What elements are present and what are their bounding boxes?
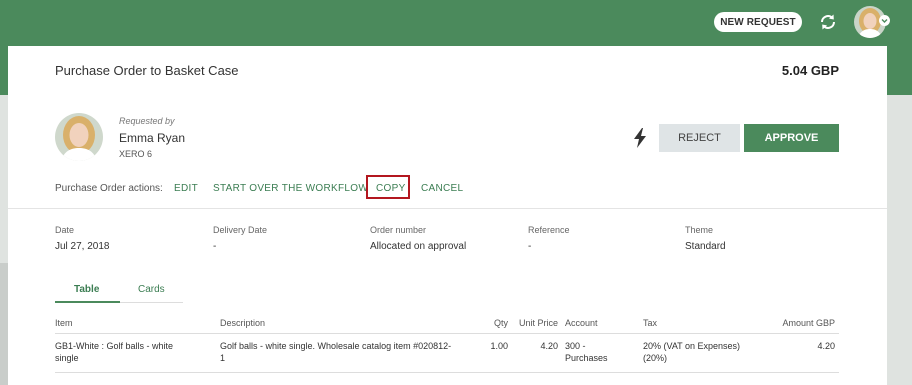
copy-highlight-box	[366, 175, 410, 199]
cell-description: Golf balls - white single. Wholesale cat…	[220, 341, 452, 363]
purchase-order-card: Purchase Order to Basket Case 5.04 GBP R…	[8, 46, 887, 385]
reference-value: -	[528, 241, 532, 252]
delivery-date-label: Delivery Date	[213, 225, 268, 235]
tab-cards[interactable]: Cards	[138, 284, 165, 295]
left-scroll-shade	[0, 263, 8, 385]
lightning-icon[interactable]	[632, 128, 648, 148]
page-title: Purchase Order to Basket Case	[55, 63, 239, 78]
actions-label: Purchase Order actions:	[55, 183, 163, 194]
column-header-item: Item	[55, 318, 73, 328]
table-row-divider	[55, 372, 839, 373]
section-divider	[8, 208, 887, 209]
cell-amount: 4.20	[817, 341, 835, 351]
column-header-account: Account	[565, 318, 598, 328]
chevron-down-icon[interactable]	[879, 15, 890, 26]
requester-avatar	[55, 113, 103, 161]
new-request-button[interactable]: NEW REQUEST	[714, 12, 802, 32]
table-header-divider	[55, 333, 839, 334]
cancel-link[interactable]: CANCEL	[421, 183, 463, 194]
edit-link[interactable]: EDIT	[174, 183, 198, 194]
reject-button[interactable]: REJECT	[659, 124, 740, 152]
cell-qty: 1.00	[490, 341, 508, 351]
delivery-date-value: -	[213, 241, 217, 252]
order-total: 5.04 GBP	[781, 63, 839, 78]
left-background-strip	[0, 95, 8, 385]
date-value: Jul 27, 2018	[55, 241, 110, 252]
column-header-qty: Qty	[493, 318, 508, 328]
column-header-tax: Tax	[643, 318, 658, 328]
theme-label: Theme	[685, 225, 714, 235]
requested-by-label: Requested by	[119, 116, 175, 126]
column-header-unit-price: Unit Price	[518, 318, 558, 328]
column-header-description: Description	[220, 318, 266, 328]
date-label: Date	[55, 225, 75, 235]
approve-button[interactable]: APPROVE	[744, 124, 839, 152]
cell-account: 300 - Purchases	[565, 341, 608, 363]
theme-value: Standard	[685, 241, 726, 252]
column-header-amount: Amount GBP	[782, 318, 835, 328]
refresh-icon[interactable]	[817, 11, 839, 33]
reference-label: Reference	[528, 225, 570, 235]
requester-name: Emma Ryan	[119, 131, 186, 145]
order-number-label: Order number	[370, 225, 427, 235]
tab-table[interactable]: Table	[74, 284, 99, 295]
requester-org: XERO 6	[119, 149, 153, 159]
order-number-value: Allocated on approval	[370, 241, 467, 252]
tab-active-indicator	[55, 301, 120, 303]
cell-tax: 20% (VAT on Expenses) (20%)	[643, 341, 741, 363]
cell-unit-price: 4.20	[540, 341, 558, 351]
cell-item: GB1-White : Golf balls - white single	[55, 341, 174, 363]
start-over-link[interactable]: START OVER THE WORKFLOW	[213, 183, 368, 194]
right-scrollbar-track[interactable]	[887, 95, 912, 385]
